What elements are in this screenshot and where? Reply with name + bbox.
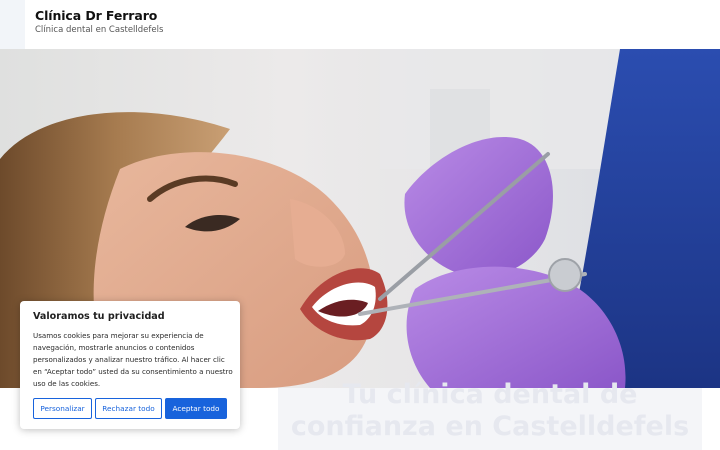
accept-all-button[interactable]: Aceptar todo	[165, 398, 227, 419]
site-tagline: Clínica dental en Castelldefels	[35, 25, 164, 35]
hero-headline-line1: Tu clínica dental de	[342, 379, 638, 410]
site-title[interactable]: Clínica Dr Ferraro	[35, 8, 157, 23]
hero-headline-line2: confianza en Castelldefels	[290, 411, 690, 442]
customize-button[interactable]: Personalizar	[33, 398, 92, 419]
cookie-banner-title: Valoramos tu privacidad	[33, 311, 165, 322]
site-header: Clínica Dr Ferraro Clínica dental en Cas…	[0, 0, 720, 49]
hero-headline-area: Tu clínica dental de confianza en Castel…	[278, 379, 702, 450]
cookie-consent-banner: Valoramos tu privacidad Usamos cookies p…	[20, 301, 240, 429]
header-edge-strip	[0, 0, 25, 49]
reject-all-button[interactable]: Rechazar todo	[95, 398, 162, 419]
cookie-banner-text: Usamos cookies para mejorar su experienc…	[33, 331, 233, 388]
